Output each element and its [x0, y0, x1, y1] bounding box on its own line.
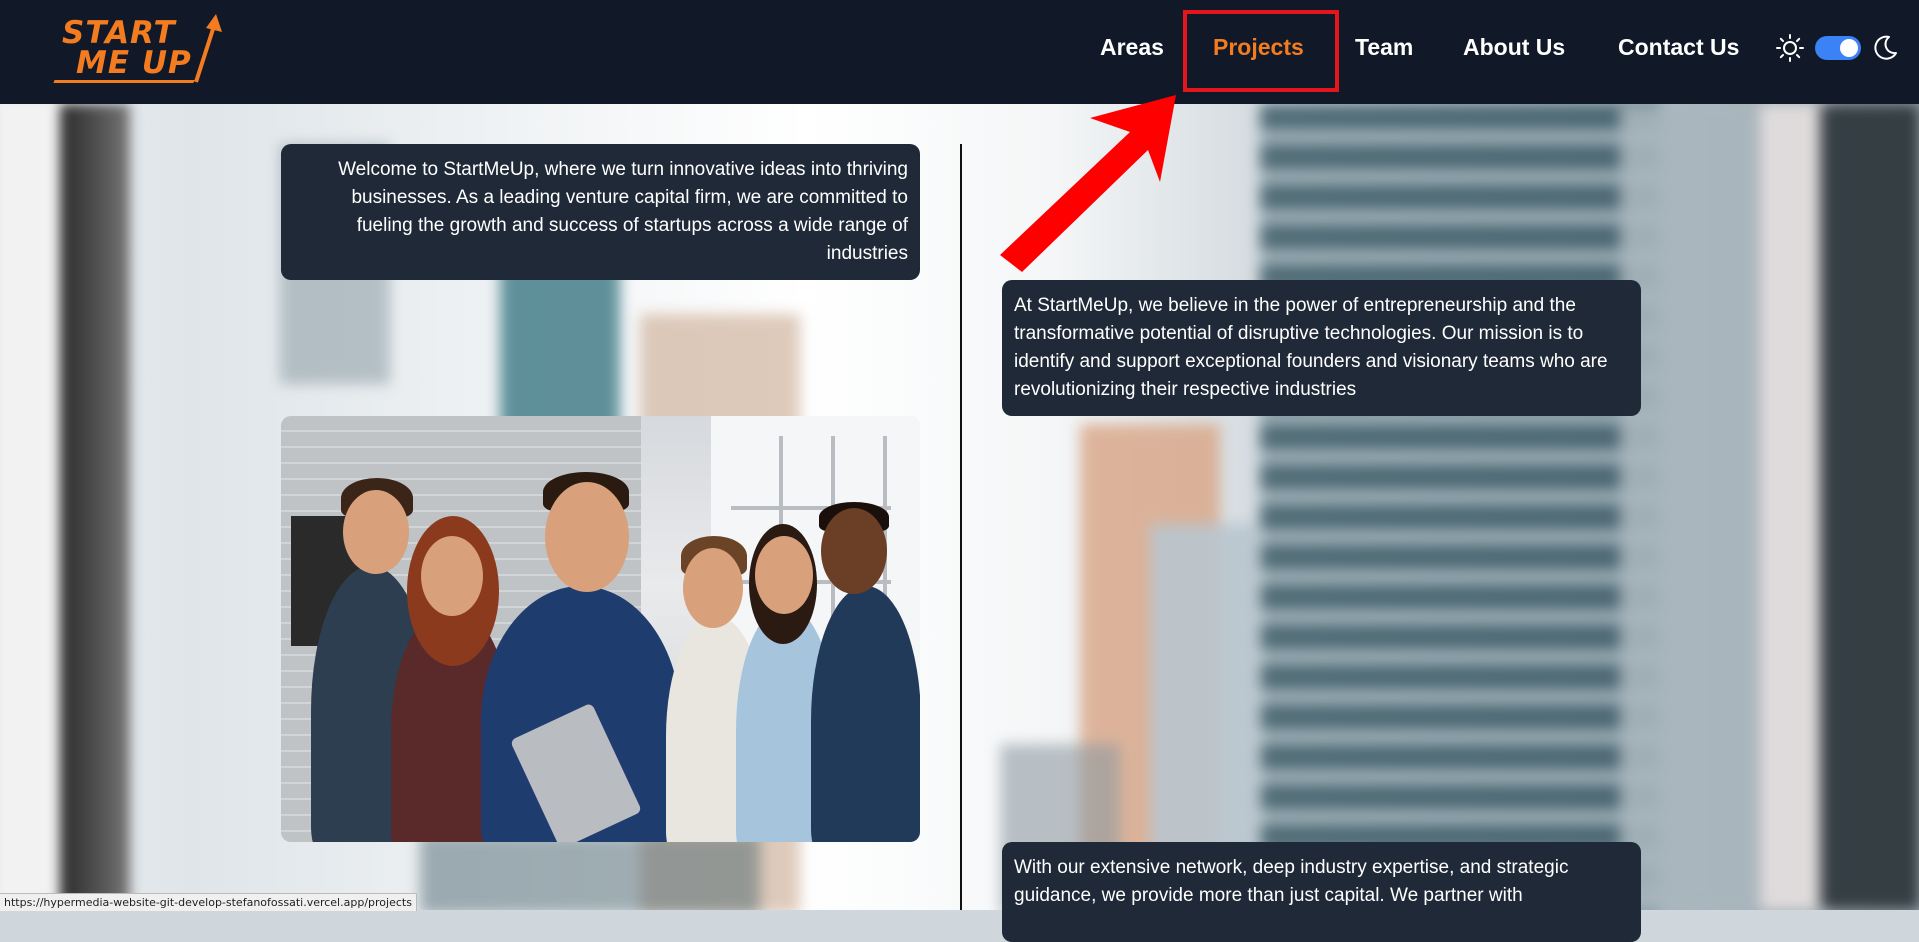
team-photo — [281, 416, 920, 842]
sun-icon[interactable] — [1775, 33, 1805, 63]
timeline-divider — [960, 144, 962, 910]
top-navbar: START ME UP Areas Projects Team About Us… — [0, 0, 1919, 104]
nav-about-us[interactable]: About Us — [1463, 34, 1565, 61]
moon-icon[interactable] — [1870, 33, 1900, 63]
nav-contact-us[interactable]: Contact Us — [1618, 34, 1739, 61]
intro-text: Welcome to StartMeUp, where we turn inno… — [338, 159, 908, 264]
logo-line-2: ME UP — [76, 45, 192, 81]
mission-text: At StartMeUp, we believe in the power of… — [1014, 295, 1608, 400]
logo-arrow-icon — [194, 14, 222, 83]
projects-highlight-box — [1183, 10, 1339, 92]
intro-card: Welcome to StartMeUp, where we turn inno… — [281, 144, 920, 280]
nav-team[interactable]: Team — [1355, 34, 1413, 61]
network-text: With our extensive network, deep industr… — [1014, 857, 1569, 906]
status-bar-url: https://hypermedia-website-git-develop-s… — [0, 893, 417, 911]
nav-areas[interactable]: Areas — [1100, 34, 1164, 61]
startmeup-logo[interactable]: START ME UP — [52, 12, 230, 88]
theme-toggle-switch[interactable] — [1815, 36, 1861, 60]
mission-card: At StartMeUp, we believe in the power of… — [1002, 280, 1641, 416]
toggle-knob — [1840, 39, 1858, 57]
network-card: With our extensive network, deep industr… — [1002, 842, 1641, 942]
